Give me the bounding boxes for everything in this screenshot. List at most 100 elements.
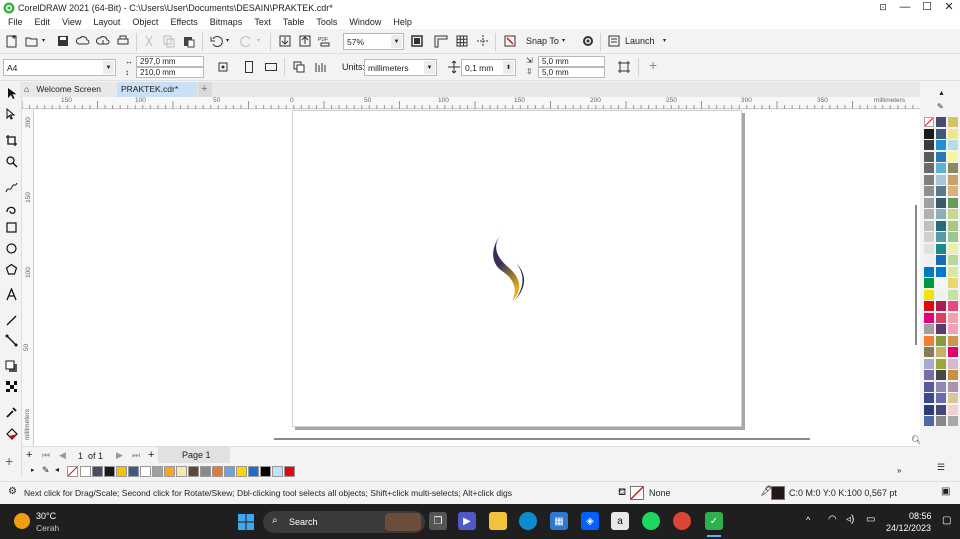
color-palette-swatch[interactable]	[924, 416, 934, 426]
close-button[interactable]: ✕	[938, 0, 960, 15]
menu-object[interactable]: Object	[126, 17, 164, 27]
maximize-button[interactable]: ☐	[916, 0, 938, 15]
add-property-icon[interactable]: +	[649, 57, 657, 73]
flame-shape[interactable]	[490, 229, 530, 303]
all-pages-icon[interactable]	[216, 60, 230, 74]
minimize-button[interactable]: —	[894, 0, 916, 15]
page-height-field[interactable]: 210,0 mm	[136, 67, 204, 78]
interactive-fill-tool-icon[interactable]	[4, 426, 19, 441]
color-palette-more-icon[interactable]: ☰	[937, 462, 945, 473]
portrait-icon[interactable]	[242, 60, 256, 74]
teams-chat-icon[interactable]: ▶	[458, 512, 476, 530]
menu-view[interactable]: View	[56, 17, 87, 27]
fill-bucket-icon[interactable]: ⛾	[618, 487, 626, 500]
color-palette-swatch[interactable]	[924, 209, 934, 219]
color-palette-swatch[interactable]	[924, 266, 934, 277]
color-palette-swatch[interactable]	[948, 197, 958, 208]
menu-window[interactable]: Window	[343, 17, 387, 27]
tab-welcome-screen[interactable]: ⌂ Welcome Screen	[20, 82, 116, 97]
dropbox-icon[interactable]: ◈	[581, 512, 599, 530]
coreldraw-taskbar-icon[interactable]: ✓	[705, 512, 723, 530]
doc-palette-swatch[interactable]	[116, 466, 127, 477]
amazon-icon[interactable]: a	[611, 512, 629, 530]
windows-start-icon[interactable]	[238, 514, 254, 530]
open-folder-icon[interactable]	[25, 34, 39, 48]
copy-icon[interactable]	[162, 34, 176, 48]
landscape-icon[interactable]	[264, 60, 278, 74]
add-page-after-button[interactable]: +	[148, 449, 154, 461]
color-palette-swatch[interactable]	[948, 347, 958, 357]
parallel-dimension-tool-icon[interactable]	[4, 313, 19, 328]
snap-to-label[interactable]: Snap To	[526, 36, 559, 46]
doc-palette-swatch[interactable]	[92, 466, 103, 477]
color-palette-swatch[interactable]	[948, 404, 958, 415]
doc-palette-swatch[interactable]	[272, 466, 283, 477]
color-palette-swatch[interactable]	[948, 128, 958, 139]
clock-date[interactable]: 24/12/2023	[886, 523, 931, 533]
doc-palette-swatch[interactable]	[164, 466, 175, 477]
page-size-dropdown-icon[interactable]: ▼	[103, 61, 114, 74]
doc-palette-swatch[interactable]	[200, 466, 211, 477]
color-palette-swatch[interactable]	[948, 278, 958, 288]
color-palette-swatch[interactable]	[924, 186, 934, 196]
volume-icon[interactable]: ◃)	[846, 514, 854, 525]
color-palette-swatch[interactable]	[924, 370, 934, 380]
chrome-icon[interactable]	[673, 512, 691, 530]
add-page-before-button[interactable]: +	[26, 449, 32, 461]
color-palette-swatch[interactable]	[924, 232, 934, 242]
color-palette-swatch[interactable]	[936, 128, 946, 139]
color-palette-swatch[interactable]	[936, 416, 946, 426]
units-combo[interactable]: millimeters ▼	[364, 59, 437, 76]
color-palette-swatch[interactable]	[936, 278, 946, 288]
doc-palette-swatch[interactable]	[224, 466, 235, 477]
doc-palette-swatch[interactable]	[152, 466, 163, 477]
doc-palette-swatch[interactable]	[188, 466, 199, 477]
last-page-button[interactable]: ⏭	[132, 450, 140, 461]
color-palette-swatch[interactable]	[948, 289, 958, 300]
add-tool-icon[interactable]: +	[5, 453, 13, 469]
zoom-tool-icon[interactable]	[4, 154, 19, 169]
ellipse-tool-icon[interactable]	[4, 241, 19, 256]
import-icon[interactable]	[278, 34, 292, 48]
task-view-icon[interactable]: ❐	[429, 512, 447, 530]
export-pdf-icon[interactable]: PDF	[318, 34, 332, 48]
palette-scroll-right-icon[interactable]: »	[897, 466, 901, 475]
menu-text[interactable]: Text	[248, 17, 277, 27]
color-palette-swatch[interactable]	[948, 301, 958, 311]
wifi-icon[interactable]: ◠	[828, 514, 837, 525]
doc-palette-swatch[interactable]	[236, 466, 247, 477]
color-palette-swatch[interactable]	[936, 289, 946, 300]
launch-icon[interactable]	[607, 34, 621, 48]
rectangle-tool-icon[interactable]	[4, 220, 19, 235]
horizontal-ruler[interactable]: 150 100 50 0 50 100 150 200 250 300 350 …	[22, 97, 920, 109]
color-palette-swatch[interactable]	[936, 163, 946, 173]
color-palette-swatch[interactable]	[936, 266, 946, 277]
polygon-tool-icon[interactable]	[4, 262, 19, 277]
color-palette-swatch[interactable]	[924, 174, 934, 185]
current-page-size-icon[interactable]	[314, 60, 328, 74]
color-palette-swatch[interactable]	[936, 301, 946, 311]
redo-icon[interactable]	[240, 34, 254, 48]
color-palette-swatch[interactable]	[948, 381, 958, 392]
color-palette-swatch[interactable]	[948, 186, 958, 196]
color-palette-swatch[interactable]	[948, 312, 958, 323]
edge-browser-icon[interactable]	[519, 512, 537, 530]
weather-icon[interactable]	[14, 513, 30, 529]
print-icon[interactable]	[116, 34, 130, 48]
color-palette-swatch[interactable]	[924, 335, 934, 346]
snap-to-icon[interactable]	[503, 34, 517, 48]
color-palette-swatch[interactable]	[948, 151, 958, 162]
paste-icon[interactable]	[182, 34, 196, 48]
crop-tool-icon[interactable]	[4, 133, 19, 148]
spotify-icon[interactable]	[642, 512, 660, 530]
menu-file[interactable]: File	[0, 17, 29, 27]
color-palette-swatch[interactable]	[948, 416, 958, 426]
menu-help[interactable]: Help	[387, 17, 418, 27]
color-palette-swatch[interactable]	[936, 347, 946, 357]
transparency-tool-icon[interactable]	[4, 379, 19, 394]
color-palette-swatch[interactable]	[924, 220, 934, 231]
units-dropdown-icon[interactable]: ▼	[424, 61, 435, 74]
color-palette-swatch[interactable]	[936, 312, 946, 323]
horizontal-scrollbar[interactable]	[274, 438, 810, 440]
battery-icon[interactable]: ▭	[866, 514, 875, 525]
